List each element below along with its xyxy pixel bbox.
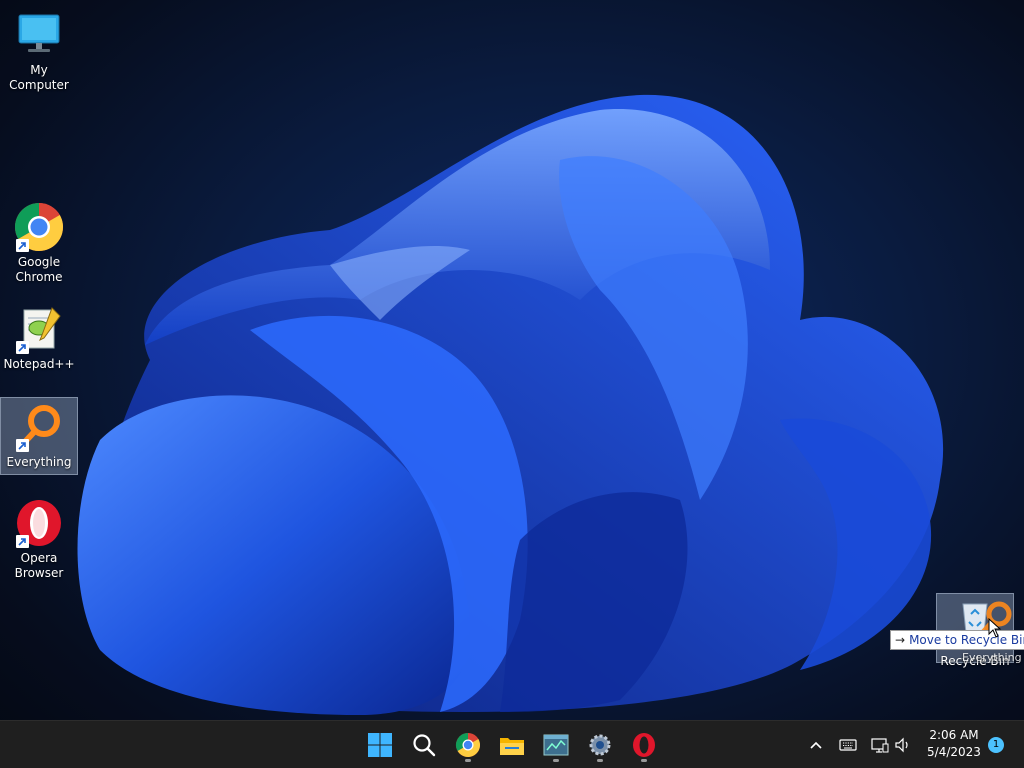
everything-search-icon xyxy=(14,402,64,452)
running-indicator xyxy=(597,759,603,762)
keyboard-icon xyxy=(839,739,857,751)
monitor-icon xyxy=(14,10,64,60)
shortcut-arrow-icon xyxy=(16,341,29,354)
running-indicator xyxy=(641,759,647,762)
desktop-icon-label: Notepad++ xyxy=(3,357,75,371)
start-button[interactable] xyxy=(364,729,396,761)
clock-date: 5/4/2023 xyxy=(927,745,981,759)
taskbar-opera[interactable] xyxy=(628,729,660,762)
desktop-icon-label: Everything xyxy=(6,455,72,469)
notepad-plus-plus-icon xyxy=(14,304,64,354)
opera-icon xyxy=(633,733,655,757)
drag-ghost-label: Everything xyxy=(962,651,1022,664)
volume-icon xyxy=(895,737,908,753)
network-icon xyxy=(871,738,889,753)
start-icon xyxy=(368,733,392,757)
shortcut-arrow-icon xyxy=(16,439,29,452)
settings-icon xyxy=(589,734,611,756)
desktop-icon-label: My Computer xyxy=(9,63,69,92)
desktop-icon-notepad-plus-plus[interactable]: Notepad++ xyxy=(0,300,78,376)
taskbar-task-manager[interactable] xyxy=(540,729,572,762)
search-icon xyxy=(413,734,436,757)
taskbar: 2:06 AM 5/4/2023 1 xyxy=(0,720,1024,768)
taskbar-settings[interactable] xyxy=(584,729,616,762)
tooltip-text: Move to Recycle Bin xyxy=(909,633,1024,647)
shortcut-arrow-icon xyxy=(16,535,29,548)
desktop-icon-everything[interactable]: Everything xyxy=(0,397,78,475)
taskbar-file-explorer[interactable] xyxy=(496,729,528,761)
chevron-up-icon xyxy=(810,741,822,749)
notification-badge[interactable]: 1 xyxy=(988,737,1004,753)
desktop-icon-opera-browser[interactable]: Opera Browser xyxy=(0,494,78,585)
running-indicator xyxy=(465,759,471,762)
input-indicator[interactable] xyxy=(838,735,858,755)
wallpaper xyxy=(77,94,944,715)
desktop-icon-my-computer[interactable]: My Computer xyxy=(0,6,78,97)
opera-icon xyxy=(14,498,64,548)
arrow-right-icon: → xyxy=(895,633,906,647)
show-hidden-icons-button[interactable] xyxy=(806,735,826,755)
file-explorer-icon xyxy=(500,738,524,755)
drag-tooltip: → Move to Recycle Bin xyxy=(890,630,1024,650)
search-button[interactable] xyxy=(408,729,440,761)
chrome-icon xyxy=(14,202,64,252)
running-indicator xyxy=(553,759,559,762)
mouse-cursor-icon xyxy=(988,618,1002,638)
clock-button[interactable]: 2:06 AM 5/4/2023 xyxy=(918,727,990,761)
network-button[interactable] xyxy=(870,735,890,755)
chrome-icon xyxy=(455,733,481,758)
volume-button[interactable] xyxy=(893,735,913,755)
clock-time: 2:06 AM xyxy=(929,728,979,742)
desktop-icon-google-chrome[interactable]: Google Chrome xyxy=(0,198,78,289)
desktop-icon-label: Opera Browser xyxy=(14,551,64,580)
task-manager-icon xyxy=(543,734,569,756)
shortcut-arrow-icon xyxy=(16,239,29,252)
desktop-icon-label: Google Chrome xyxy=(15,255,63,284)
taskbar-chrome[interactable] xyxy=(452,729,484,762)
